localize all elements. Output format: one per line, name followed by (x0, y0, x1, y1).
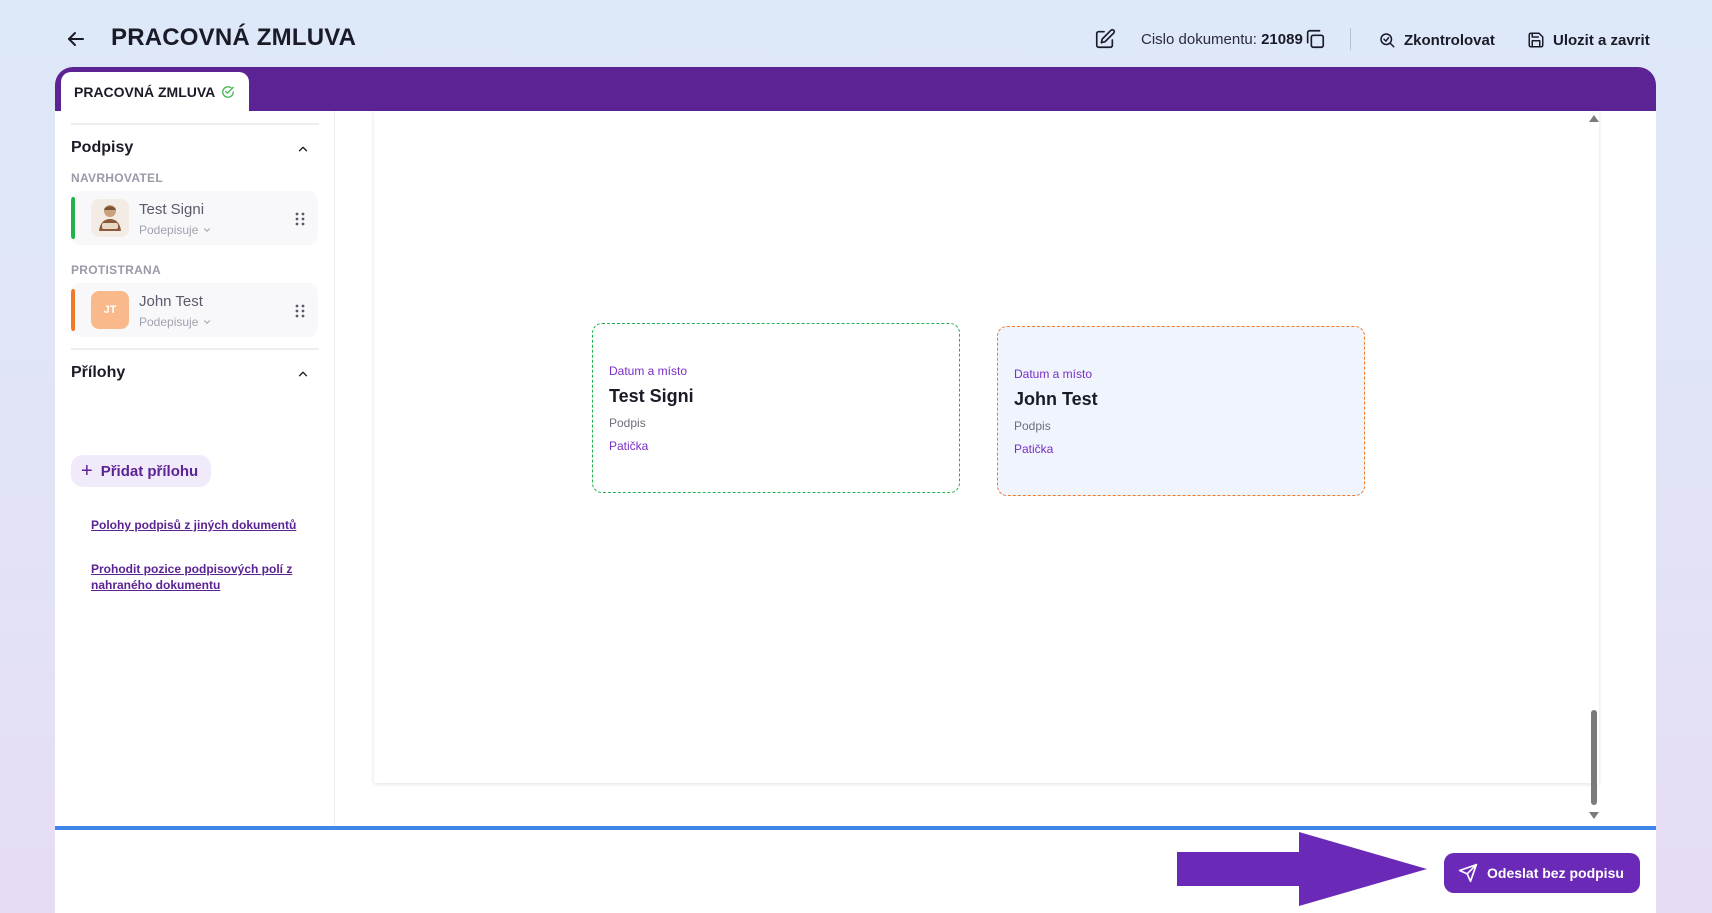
avatar (91, 199, 129, 237)
signer-name: John Test (139, 293, 203, 310)
add-attachment-label: Přidat přílohu (100, 462, 199, 480)
check-button-label: Zkontrolovat (1404, 31, 1495, 49)
signatures-section-title: Podpisy (71, 139, 134, 156)
signature-label: Podpis (1014, 419, 1051, 433)
edit-icon[interactable] (1094, 28, 1116, 50)
save-close-button[interactable]: Ulozit a zavrit (1527, 28, 1650, 52)
tab-bar: PRACOVNÁ ZMLUVA (55, 67, 1656, 111)
counterparty-label: PROTISTRANA (71, 263, 161, 277)
signer-role-dropdown[interactable]: Podepisuje (139, 315, 212, 329)
signer-role-label: Podepisuje (139, 223, 199, 237)
signature-name: John Test (1014, 389, 1098, 409)
save-icon (1528, 32, 1544, 48)
chevron-up-icon[interactable] (296, 142, 310, 156)
signer-name: Test Signi (139, 201, 205, 218)
footer-label: Patička (609, 439, 649, 453)
scrollbar-thumb[interactable] (1591, 710, 1597, 805)
scroll-down-arrow-icon[interactable] (1588, 810, 1600, 822)
editor-card: PRACOVNÁ ZMLUVA Podpisy NAVRHOVATEL Test… (55, 67, 1656, 913)
add-attachment-button[interactable]: + Přidat přílohu (71, 455, 212, 487)
footer-label: Patička (1014, 442, 1054, 456)
date-place-label: Datum a místo (1014, 367, 1093, 381)
signer-role-dropdown[interactable]: Podepisuje (139, 223, 212, 237)
signature-positions-link[interactable]: Polohy podpisů z jiných dokumentů (91, 517, 296, 533)
copy-icon[interactable] (1304, 28, 1326, 50)
signature-label: Podpis (609, 416, 646, 430)
date-place-label: Datum a místo (609, 364, 688, 378)
document-viewer: Datum a místo Test Signi Podpis Patička … (336, 111, 1656, 826)
drag-handle-icon[interactable] (294, 303, 306, 319)
signer-card-test-signi[interactable]: Test Signi Podepisuje (71, 191, 318, 245)
zoom-check-icon (1380, 33, 1395, 48)
document-number-value: 21089 (1261, 31, 1303, 48)
signer-accent-bar (71, 289, 75, 331)
back-arrow-icon[interactable] (64, 27, 88, 51)
proposer-label: NAVRHOVATEL (71, 171, 163, 185)
top-header: PRACOVNÁ ZMLUVA Cislo dokumentu: 21089 Z… (0, 0, 1712, 70)
check-button[interactable]: Zkontrolovat (1378, 28, 1495, 52)
chevron-down-icon (204, 320, 211, 324)
swap-link-line-1: Prohodit pozice podpisových polí z (91, 562, 293, 576)
signature-field-test-signi[interactable]: Datum a místo Test Signi Podpis Patička (592, 323, 960, 493)
document-number: Cislo dokumentu: 21089 (1141, 31, 1303, 48)
tab-pracovna-zmluva[interactable]: PRACOVNÁ ZMLUVA (61, 72, 250, 111)
page-title: PRACOVNÁ ZMLUVA (111, 24, 357, 51)
send-without-signature-button[interactable]: Odeslat bez podpisu (1444, 853, 1640, 893)
swap-signature-fields-link[interactable]: Prohodit pozice podpisových polí z nahra… (91, 561, 292, 593)
signer-card-john-test[interactable]: JT John Test Podepisuje (71, 283, 318, 337)
save-close-label: Ulozit a zavrit (1553, 31, 1650, 49)
signer-role-label: Podepisuje (139, 315, 199, 329)
header-divider (1350, 28, 1351, 50)
swap-link-line-2: nahraného dokumentu (91, 578, 221, 592)
pointer-arrow-graphic (1177, 832, 1427, 906)
document-page: Datum a místo Test Signi Podpis Patička … (374, 111, 1599, 783)
sidebar-divider (71, 348, 319, 350)
user-photo-icon (99, 205, 121, 231)
signature-name: Test Signi (609, 386, 694, 406)
scroll-up-arrow-icon[interactable] (1588, 112, 1600, 124)
check-circle-icon (222, 85, 235, 98)
avatar: JT (91, 291, 129, 329)
sidebar-divider (71, 123, 319, 125)
signature-field-john-test[interactable]: Datum a místo John Test Podpis Patička (997, 326, 1365, 496)
sidebar: Podpisy NAVRHOVATEL Test Signi Podepisuj… (55, 111, 335, 826)
document-number-label: Cislo dokumentu: (1141, 31, 1257, 48)
signer-accent-bar (71, 197, 75, 239)
send-icon (1458, 863, 1478, 883)
chevron-down-icon (204, 228, 211, 232)
chevron-up-icon[interactable] (296, 367, 310, 381)
footer-divider (55, 826, 1656, 830)
drag-handle-icon[interactable] (294, 211, 306, 227)
tab-label: PRACOVNÁ ZMLUVA (74, 83, 216, 100)
send-button-label: Odeslat bez podpisu (1487, 865, 1624, 881)
plus-icon: + (81, 460, 93, 482)
attachments-section-title: Přílohy (71, 364, 126, 381)
